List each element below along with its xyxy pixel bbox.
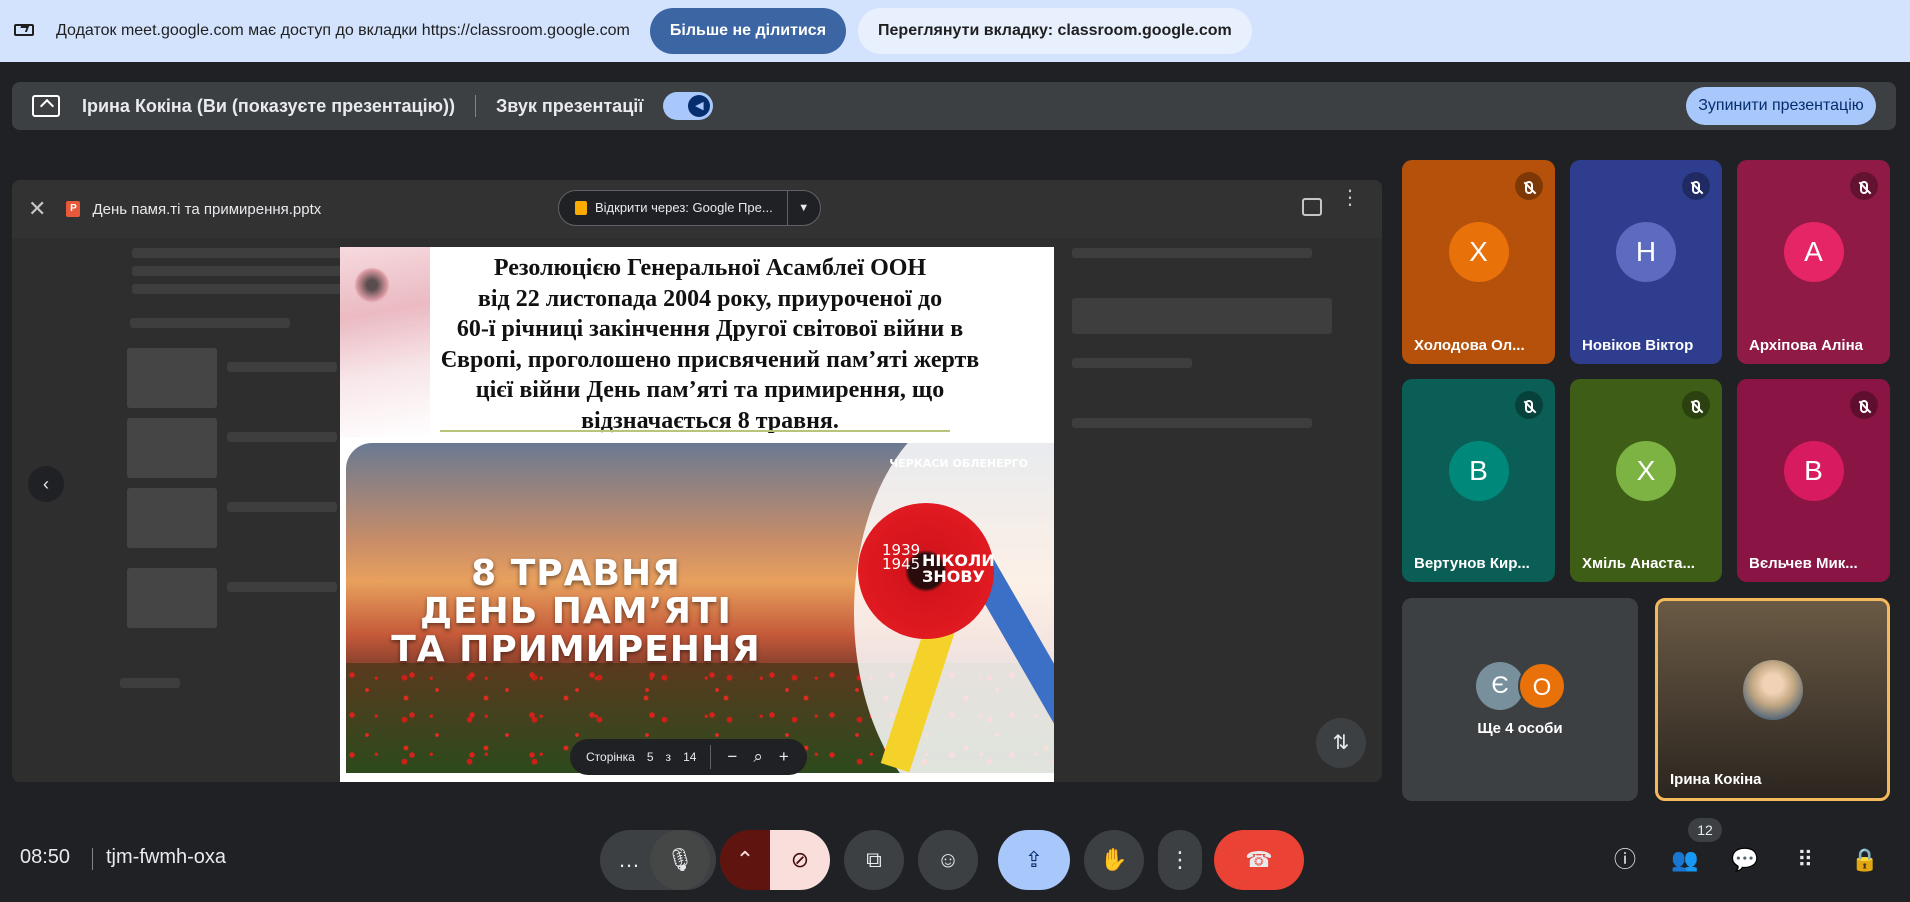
presenter-label: Ірина Кокіна (Ви (показуєте презентацію)… (82, 95, 455, 116)
powerpoint-file-icon: P (66, 201, 81, 217)
info-icon[interactable]: ⓘ (1607, 842, 1643, 878)
participant-name: Вєльчев Мик... (1749, 555, 1858, 572)
host-controls-icon[interactable]: 🔒 (1847, 842, 1883, 878)
page-controls: Сторінка 5 з 14 − ⌕ + (570, 739, 807, 775)
participant-name: Вертунов Кир... (1414, 555, 1530, 572)
participant-name: Холодова Ол... (1414, 337, 1525, 354)
print-icon[interactable] (1302, 198, 1322, 216)
avatar: Х (1616, 440, 1676, 501)
slide-headline: 8 ТРАВНЯ ДЕНЬ ПАМ’ЯТІ ТА ПРИМИРЕННЯ (391, 553, 761, 670)
self-tile[interactable]: Ірина Кокіна (1655, 598, 1890, 801)
mic-icon[interactable]: 🎙 (650, 830, 710, 890)
participants-count-badge: 12 (1688, 818, 1722, 842)
presentation-sound-label: Звук презентації (495, 95, 644, 116)
muted-mic-icon (1515, 172, 1543, 200)
camera-options-button[interactable]: ⌃ (720, 830, 770, 890)
muted-mic-icon (1850, 172, 1878, 200)
people-icon[interactable]: 👥 (1667, 842, 1703, 878)
user-photo (1742, 659, 1803, 720)
open-with-label: Відкрити через: Google Пре... (595, 190, 788, 226)
emoji-icon[interactable]: ☺ (918, 830, 978, 890)
divider (474, 95, 476, 117)
file-viewer-toolbar: ✕ P День памя.ті та примирення.pptx Відк… (12, 180, 1382, 238)
presenting-bar: Ірина Кокіна (Ви (показуєте презентацію)… (12, 82, 1896, 130)
poppy-emblem: 1939 1945 НІКОЛИ ЗНОВУ (858, 503, 995, 639)
volume-icon: ◀ (688, 95, 711, 117)
stop-presenting-button[interactable]: Зупинити презентацію (1686, 87, 1876, 125)
present-icon[interactable]: ⇪ (998, 830, 1070, 890)
participant-name: Новіков Віктор (1582, 337, 1694, 354)
avatar: А (1783, 222, 1844, 282)
switch-view-icon[interactable]: ⇅ (1316, 718, 1366, 768)
tab-sharing-bar: Додаток meet.google.com має доступ до вк… (0, 0, 1910, 62)
zoom-in-icon[interactable]: + (779, 747, 789, 767)
participant-tile[interactable]: Х Хміль Анаста... (1570, 379, 1722, 582)
open-with-button[interactable]: Відкрити через: Google Пре... ▼ (558, 190, 821, 226)
muted-mic-icon (1682, 172, 1710, 200)
participant-tile[interactable]: В Вєльчев Мик... (1737, 379, 1890, 582)
avatar: Н (1616, 222, 1676, 282)
stop-sharing-button[interactable]: Більше не ділитися (649, 8, 847, 54)
participant-name: Архіпова Аліна (1749, 337, 1863, 354)
meeting-time: 08:50 (20, 846, 71, 868)
participant-name: Хміль Анаста... (1582, 555, 1695, 572)
muted-mic-icon (1682, 391, 1710, 419)
avatar: О (1518, 662, 1566, 710)
participant-tile[interactable]: Х Холодова Ол... (1402, 160, 1555, 364)
captions-icon[interactable]: ⧉ (844, 830, 904, 890)
file-name: День памя.ті та примирення.pptx (92, 200, 322, 218)
meeting-code: tjm-fwmh-oxa (106, 846, 227, 868)
presentation-sound-toggle[interactable]: ◀ (663, 92, 714, 120)
page-of: з (665, 750, 672, 764)
participant-name: Ірина Кокіна (1670, 771, 1762, 788)
more-participants-tile[interactable]: Є О Ще 4 особи (1402, 598, 1638, 801)
muted-mic-icon (1515, 391, 1543, 419)
brand-logo: ЧЕРКАСИ ОБЛЕНЕРГО (889, 457, 1028, 470)
slide-divider (440, 430, 950, 432)
zoom-out-icon[interactable]: − (727, 747, 737, 767)
page-current[interactable]: 5 (647, 750, 654, 764)
apps-icon[interactable]: ⠿ (1787, 842, 1823, 878)
hangup-icon[interactable]: ☎ (1214, 830, 1304, 890)
previous-arrow-icon[interactable]: ‹ (28, 466, 64, 502)
presentation-slide: Резолюцією Генеральної Асамблеї ООН від … (340, 247, 1054, 782)
present-icon (32, 95, 60, 117)
slide-body-text: Резолюцією Генеральної Асамблеї ООН від … (440, 255, 980, 434)
avatar: Х (1448, 222, 1509, 282)
google-slides-icon (575, 201, 587, 215)
screen-share-icon (12, 23, 36, 39)
page-total: 14 (683, 750, 697, 764)
more-participants-label: Ще 4 особи (1477, 720, 1563, 737)
avatar: В (1783, 440, 1844, 501)
avatar: В (1448, 440, 1509, 501)
zoom-icon[interactable]: ⌕ (753, 747, 763, 767)
close-icon[interactable]: ✕ (28, 196, 46, 222)
slide-image: ЧЕРКАСИ ОБЛЕНЕРГО 1939 1945 НІКОЛИ ЗНОВУ 8… (346, 443, 1054, 773)
participant-tile[interactable]: Н Новіков Віктор (1570, 160, 1722, 364)
sharing-message: Додаток meet.google.com має доступ до вк… (56, 22, 630, 39)
page-label: Сторінка (586, 750, 635, 764)
view-tab-button[interactable]: Переглянути вкладку: classroom.google.co… (858, 8, 1252, 54)
participant-tile[interactable]: А Архіпова Аліна (1737, 160, 1890, 364)
more-vert-icon[interactable]: ⋮ (1158, 830, 1202, 890)
more-options-icon[interactable]: ⋮ (1340, 188, 1360, 208)
participant-tile[interactable]: В Вертунов Кир... (1402, 379, 1555, 582)
raise-hand-icon[interactable]: ✋ (1084, 830, 1144, 890)
meeting-controls-bar: 08:50 tjm-fwmh-oxa … 🎙 ⌃ ⊘ ⧉ ☺ ⇪ ✋ ⋮ ☎ ⓘ… (0, 820, 1910, 902)
avatar: Є (1476, 662, 1524, 710)
chat-icon[interactable]: 💬 (1727, 842, 1763, 878)
camera-off-icon[interactable]: ⊘ (770, 830, 830, 890)
muted-mic-icon (1850, 391, 1878, 419)
chevron-down-icon[interactable]: ▼ (788, 202, 820, 214)
